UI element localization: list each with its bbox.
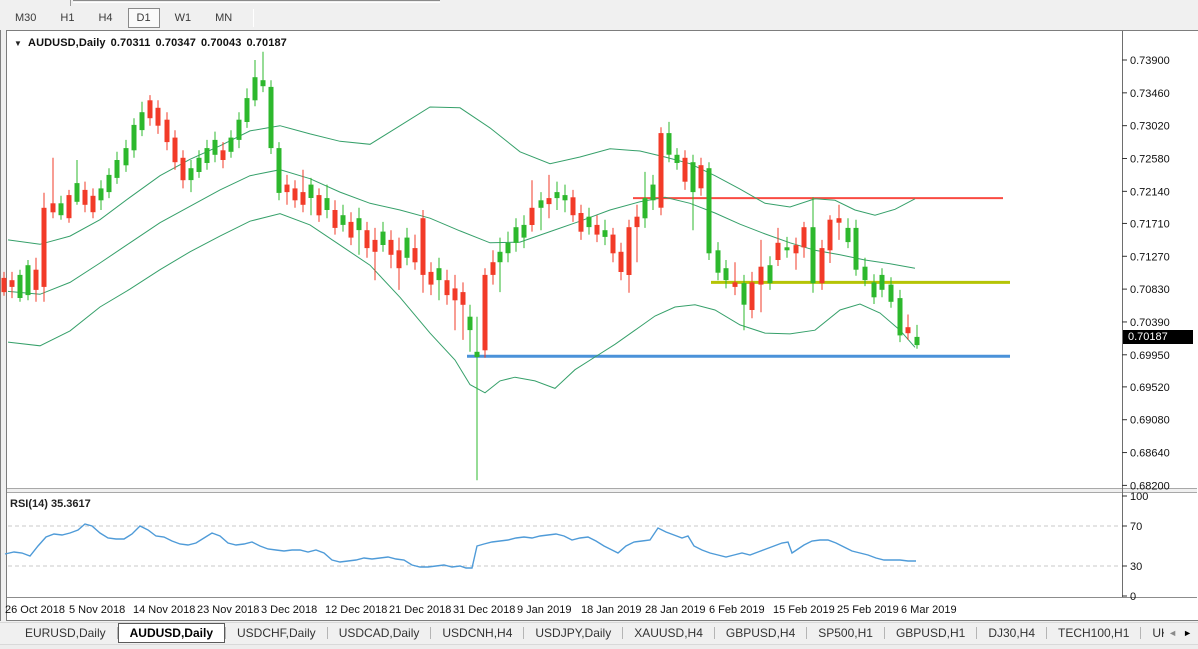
tab-usdcad-daily[interactable]: USDCAD,Daily	[328, 624, 431, 643]
chart-title: ▼ AUDUSD,Daily 0.70311 0.70347 0.70043 0.7018…	[14, 37, 287, 49]
quote-low: 0.70043	[201, 37, 241, 49]
rsi-indicator-label: RSI(14) 35.3617	[10, 498, 91, 510]
chart-window[interactable]	[6, 30, 1198, 621]
timeframe-w1-button[interactable]: W1	[166, 8, 201, 28]
current-price-tag: 0.70187	[1123, 330, 1193, 344]
toolbar-groove	[73, 0, 440, 3]
tabs-scroll-right-icon[interactable]: ►	[1183, 624, 1192, 642]
tab-sp500-h1[interactable]: SP500,H1	[807, 624, 884, 643]
tab-usdjpy-daily[interactable]: USDJPY,Daily	[524, 624, 622, 643]
status-bar	[0, 644, 1198, 649]
chart-dropdown-icon[interactable]: ▼	[14, 39, 22, 48]
timeframe-h4-button[interactable]: H4	[89, 8, 121, 28]
tab-usdchf-daily[interactable]: USDCHF,Daily	[226, 624, 327, 643]
timeframe-mn-button[interactable]: MN	[206, 8, 241, 28]
tab-gbpusd-h4[interactable]: GBPUSD,H4	[715, 624, 806, 643]
tab-usdcnh-h4[interactable]: USDCNH,H4	[431, 624, 523, 643]
tab-eurusd-daily[interactable]: EURUSD,Daily	[14, 624, 117, 643]
timeframe-h1-button[interactable]: H1	[51, 8, 83, 28]
quote-open: 0.70311	[111, 37, 151, 49]
tab-xauusd-h4[interactable]: XAUUSD,H4	[623, 624, 714, 643]
timeframe-d1-button[interactable]: D1	[128, 8, 160, 28]
chart-symbol-label: AUDUSD,Daily	[28, 37, 106, 49]
symbol-tab-bar: EURUSD,Daily AUDUSD,Daily USDCHF,Daily U…	[0, 622, 1198, 643]
tab-gbpusd-h1[interactable]: GBPUSD,H1	[885, 624, 976, 643]
timeframe-toolbar: M30 H1 H4 D1 W1 MN	[0, 6, 1198, 30]
tabs-scroll-left-icon[interactable]: ◄	[1168, 624, 1177, 642]
timeframe-m30-button[interactable]: M30	[6, 8, 45, 28]
tab-audusd-daily[interactable]: AUDUSD,Daily	[118, 623, 225, 643]
quote-close: 0.70187	[246, 37, 286, 49]
toolbar-separator	[253, 9, 254, 27]
tab-tech100-h1[interactable]: TECH100,H1	[1047, 624, 1140, 643]
tab-dj30-h4[interactable]: DJ30,H4	[977, 624, 1046, 643]
workspace-left-edge	[0, 30, 1, 621]
quote-high: 0.70347	[156, 37, 196, 49]
tab-scroll-controls: ◄ ►	[1164, 624, 1196, 642]
